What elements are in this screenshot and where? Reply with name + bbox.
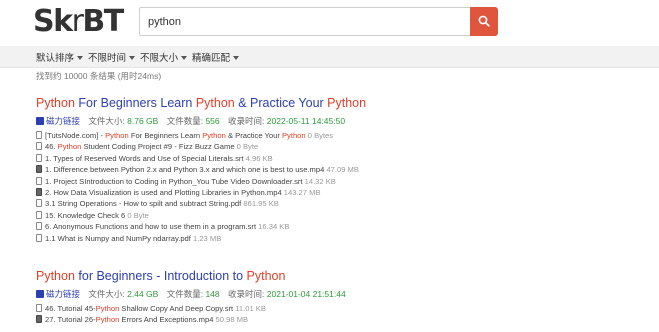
file-item: 1. Difference between Python 2.x and Pyt… <box>36 164 636 175</box>
file-item: 15. Knowledge Check 6 0 Byte <box>36 210 636 221</box>
file-size: 0 Byte <box>234 142 259 152</box>
video-file-icon <box>36 165 42 174</box>
time-filter[interactable]: 不限时间 <box>88 50 136 64</box>
caret-down-icon <box>233 56 240 60</box>
file-item: [TutsNode.com] - Python For Beginners Le… <box>36 130 636 141</box>
top-bar: SkrBT <box>0 0 659 44</box>
document-file-icon <box>36 153 42 162</box>
highlighted-keyword: Python <box>327 96 367 110</box>
sort-filter[interactable]: 默认排序 <box>36 50 84 64</box>
magnet-icon <box>36 290 44 298</box>
file-name: 1.1 What is Numpy and NumPy ndarray.pdf <box>45 233 191 243</box>
file-size: 0 Byte <box>125 210 149 220</box>
file-list: 46. Tutorial 45-Python Shallow Copy And … <box>36 303 636 326</box>
file-item: 46. Tutorial 45-Python Shallow Copy And … <box>36 303 636 314</box>
file-size: 143.27 MB <box>281 188 321 198</box>
highlighted-keyword: Python <box>95 315 120 325</box>
file-item: 3.1 String Operations - How to spilt and… <box>36 198 636 209</box>
file-name: 27. Tutorial 26- <box>45 315 96 325</box>
search-icon <box>478 15 490 27</box>
magnet-link[interactable]: 磁力链接 <box>36 116 80 126</box>
file-name: 6. Anonymous Functions and how to use th… <box>45 222 257 232</box>
search-button[interactable] <box>470 7 498 36</box>
file-name: 3.1 String Operations - How to spilt and… <box>45 199 242 209</box>
file-name: Shallow Copy And Deep Copy.srt <box>119 304 234 313</box>
file-size: 47.09 MB <box>324 165 359 175</box>
file-size: 16.34 KB <box>256 222 290 232</box>
file-item: 6. Anonymous Functions and how to use th… <box>36 221 636 232</box>
document-file-icon <box>36 142 42 151</box>
document-file-icon <box>36 222 42 231</box>
result-count: 找到约 10000 条结果 (用时24ms) <box>36 71 162 81</box>
highlighted-keyword: Python <box>36 269 75 283</box>
file-size: 11.01 KB <box>233 304 266 313</box>
highlighted-keyword: Python <box>36 96 75 110</box>
file-list: [TutsNode.com] - Python For Beginners Le… <box>36 130 636 244</box>
file-name: 1. Difference between Python 2.x and Pyt… <box>45 165 325 175</box>
file-name: [TutsNode.com] - <box>45 131 106 140</box>
highlighted-keyword: Python <box>202 131 226 140</box>
highlighted-keyword: Python <box>57 142 82 152</box>
result-title-link[interactable]: Python For Beginners Learn Python & Prac… <box>36 95 636 111</box>
video-file-icon <box>36 315 42 324</box>
video-file-icon <box>36 188 42 197</box>
file-size: 14.32 KB <box>302 176 336 186</box>
file-name: 1. Types of Reserved Words and Use of Sp… <box>45 153 244 163</box>
result-meta: 磁力链接 文件大小: 8.76 GB 文件数量: 556 收录时间: 2022-… <box>36 115 636 127</box>
file-name: Errors And Exceptions.mp4 <box>119 315 214 325</box>
file-size: 1.23 MB <box>190 233 222 243</box>
file-name: 2. How Data Visualization is used and Pl… <box>45 188 282 198</box>
caret-down-icon <box>181 56 188 60</box>
file-name: 15. Knowledge Check 6 <box>45 210 126 220</box>
document-file-icon <box>36 304 42 312</box>
file-item: 1.1 What is Numpy and NumPy ndarray.pdf … <box>36 233 636 244</box>
magnet-icon <box>36 117 44 125</box>
highlighted-keyword: Python <box>195 96 235 110</box>
magnet-link[interactable]: 磁力链接 <box>36 289 80 299</box>
highlighted-keyword: Python <box>246 269 286 283</box>
result-meta: 磁力链接 文件大小: 2.44 GB 文件数量: 148 收录时间: 2021-… <box>36 288 636 300</box>
file-item: 2. How Data Visualization is used and Pl… <box>36 187 636 198</box>
file-name: & Practice Your <box>225 131 282 140</box>
highlighted-keyword: Python <box>281 131 306 140</box>
file-item: 27. Tutorial 26-Python Errors And Except… <box>36 314 636 325</box>
file-size: 861.95 KB <box>241 199 279 209</box>
file-name: 46. <box>45 142 58 152</box>
file-name: For Beginners Learn <box>128 131 203 140</box>
search-input[interactable] <box>139 7 470 36</box>
document-file-icon <box>36 210 42 219</box>
file-item: 1. Types of Reserved Words and Use of Sp… <box>36 153 636 164</box>
file-size: 4.96 KB <box>243 153 273 163</box>
file-name: Student Coding Project #9 - Fizz Buzz Ga… <box>81 142 235 152</box>
highlighted-keyword: Python <box>95 304 120 313</box>
size-filter[interactable]: 不限大小 <box>140 50 188 64</box>
title-text: For Beginners Learn <box>74 96 196 110</box>
highlighted-keyword: Python <box>105 131 129 140</box>
result-item: Python for Beginners - Introduction to P… <box>36 268 636 326</box>
site-logo[interactable]: SkrBT <box>33 2 124 42</box>
document-file-icon <box>36 176 42 185</box>
document-file-icon <box>36 199 42 208</box>
title-text: for Beginners - Introduction to <box>74 269 247 283</box>
file-size: 0 Bytes <box>305 131 334 140</box>
caret-down-icon <box>129 56 136 60</box>
result-item: Python For Beginners Learn Python & Prac… <box>36 95 636 244</box>
document-file-icon <box>36 131 42 139</box>
title-text: & Practice Your <box>234 96 328 110</box>
result-title-link[interactable]: Python for Beginners - Introduction to P… <box>36 268 636 284</box>
caret-down-icon <box>77 56 84 60</box>
filter-bar: 默认排序 不限时间 不限大小 精确匹配 <box>0 46 659 68</box>
file-size: 50.98 MB <box>213 315 249 325</box>
file-name: 46. Tutorial 45- <box>45 304 96 313</box>
document-file-icon <box>36 233 42 242</box>
match-filter[interactable]: 精确匹配 <box>192 50 240 64</box>
file-item: 46. Python Student Coding Project #9 - F… <box>36 141 636 152</box>
file-item: 1. Project SIntroduction to Coding in Py… <box>36 176 636 187</box>
file-name: 1. Project SIntroduction to Coding in Py… <box>45 176 303 186</box>
